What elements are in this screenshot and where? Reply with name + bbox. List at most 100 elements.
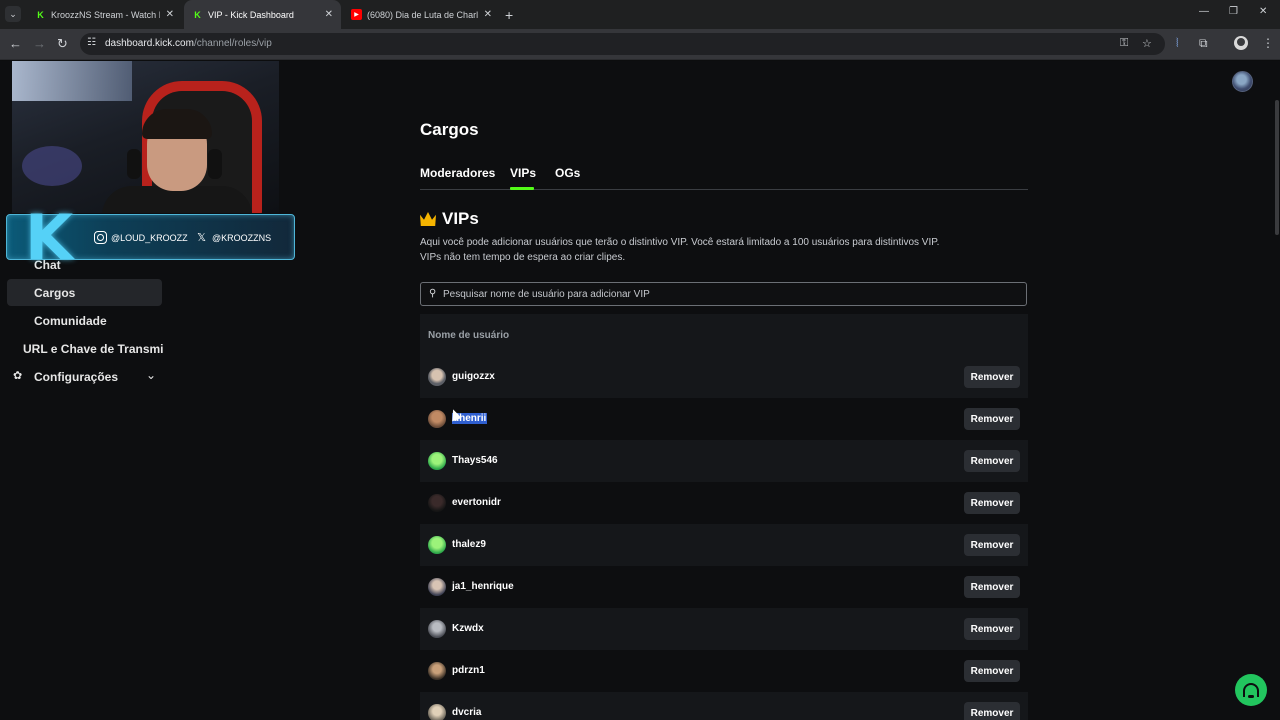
remove-button[interactable]: Remover	[964, 492, 1020, 514]
avatar	[428, 494, 446, 512]
avatar	[428, 368, 446, 386]
tab-ogs[interactable]: OGs	[555, 166, 580, 180]
description-line-1: Aqui você pode adicionar usuários que te…	[420, 237, 940, 248]
table-row: pdrzn1 Remover	[420, 650, 1028, 692]
tab-search-chevron-icon[interactable]: ⌄	[5, 6, 21, 22]
webcam-light	[12, 61, 132, 101]
username[interactable]: thalez9	[452, 539, 486, 550]
tab-title: KroozzNS Stream - Watch Live o	[51, 9, 160, 20]
username[interactable]: dvcria	[452, 707, 481, 718]
help-support-button[interactable]	[1235, 674, 1267, 706]
webcam-person-hair	[142, 109, 212, 139]
instagram-handle: @LOUD_KROOZZ	[94, 231, 188, 244]
menu-kebab-icon[interactable]: ⋮	[1262, 36, 1274, 50]
browser-toolbar: ← → ↻ ☷ dashboard.kick.com/channel/roles…	[0, 29, 1280, 60]
table-row: dhenrii Remover	[420, 398, 1028, 440]
sidebar-item-stream-url-key[interactable]: URL e Chave de Transmissã	[23, 342, 163, 356]
tab-title: VIP - Kick Dashboard	[208, 9, 294, 20]
page-title: Cargos	[420, 120, 479, 139]
gear-icon: ✿	[13, 370, 23, 382]
crown-icon	[420, 212, 436, 226]
x-icon: 𝕏	[197, 232, 206, 244]
active-tab-indicator	[510, 187, 534, 190]
instagram-icon	[94, 231, 107, 244]
table-row: dvcria Remover	[420, 692, 1028, 720]
sidebar-active-highlight	[7, 279, 162, 306]
url-host: dashboard.kick.com	[105, 38, 194, 49]
close-icon[interactable]: ✕	[484, 9, 492, 20]
back-icon[interactable]: ←	[9, 36, 22, 51]
remove-button[interactable]: Remover	[964, 660, 1020, 682]
instagram-handle-text: @LOUD_KROOZZ	[111, 232, 188, 243]
username[interactable]: guigozzx	[452, 371, 495, 382]
table-row: evertonidr Remover	[420, 482, 1028, 524]
username[interactable]: pdrzn1	[452, 665, 485, 676]
profile-icon[interactable]	[1234, 36, 1248, 50]
close-icon[interactable]: ✕	[325, 9, 333, 20]
avatar	[428, 410, 446, 428]
sidebar-item-comunidade[interactable]: Comunidade	[34, 314, 107, 328]
avatar	[428, 578, 446, 596]
username[interactable]: Kzwdx	[452, 623, 484, 634]
x-handle: 𝕏 @KROOZZNS	[195, 231, 271, 244]
sidebar-item-configuracoes[interactable]: Configurações	[34, 370, 118, 384]
section-title: VIPs	[442, 209, 479, 228]
webcam-headphone-right	[208, 149, 222, 179]
browser-tab-youtube[interactable]: ▶ (6080) Dia de Luta de Charles O ✕	[343, 0, 500, 29]
browser-tab-vip-dashboard[interactable]: K VIP - Kick Dashboard ✕	[184, 0, 341, 29]
kick-icon: K	[37, 9, 44, 20]
search-icon: ⚲	[429, 288, 437, 299]
minimize-icon[interactable]: —	[1199, 6, 1209, 17]
username[interactable]: Thays546	[452, 455, 498, 466]
avatar	[428, 704, 446, 720]
site-settings-icon[interactable]: ☷	[87, 37, 96, 48]
vip-search-input[interactable]	[443, 286, 1013, 302]
table-row: Thays546 Remover	[420, 440, 1028, 482]
vip-search-box: ⚲	[420, 282, 1027, 306]
column-header-username: Nome de usuário	[428, 330, 510, 341]
table-row: thalez9 Remover	[420, 524, 1028, 566]
tab-moderadores[interactable]: Moderadores	[420, 166, 495, 180]
address-bar[interactable]: ☷ dashboard.kick.com/channel/roles/vip ⚿…	[80, 33, 1165, 55]
page-scrollbar[interactable]	[1275, 100, 1279, 235]
close-window-icon[interactable]: ✕	[1259, 6, 1267, 17]
webcam-decoration	[22, 146, 82, 186]
webcam-overlay	[12, 61, 279, 213]
username[interactable]: evertonidr	[452, 497, 501, 508]
remove-button[interactable]: Remover	[964, 576, 1020, 598]
new-tab-icon[interactable]: +	[505, 7, 513, 23]
remove-button[interactable]: Remover	[964, 702, 1020, 720]
kroozz-logo: K	[25, 201, 74, 274]
url-text: dashboard.kick.com/channel/roles/vip	[105, 38, 272, 49]
webcam-headphone-left	[127, 149, 141, 179]
browser-tab-kick-stream[interactable]: K KroozzNS Stream - Watch Live o ✕	[27, 0, 182, 29]
table-row: Kzwdx Remover	[420, 608, 1028, 650]
youtube-icon: ▶	[351, 9, 362, 20]
extension-icon[interactable]: ⦚	[1176, 36, 1179, 51]
headset-icon	[1243, 683, 1259, 698]
remove-button[interactable]: Remover	[964, 618, 1020, 640]
section-header: VIPs	[420, 209, 479, 229]
browser-tabstrip: ⌄ K KroozzNS Stream - Watch Live o ✕ K V…	[0, 0, 1280, 29]
close-icon[interactable]: ✕	[166, 9, 174, 20]
remove-button[interactable]: Remover	[964, 450, 1020, 472]
bookmark-star-icon[interactable]: ☆	[1142, 37, 1152, 50]
chevron-down-icon[interactable]: ⌄	[146, 368, 156, 382]
sidebar-item-cargos[interactable]: Cargos	[34, 286, 75, 300]
username[interactable]: ja1_henrique	[452, 581, 514, 592]
avatar	[428, 536, 446, 554]
password-key-icon[interactable]: ⚿	[1120, 37, 1128, 50]
extensions-puzzle-icon[interactable]: ⧉	[1199, 36, 1208, 51]
restore-icon[interactable]: ❐	[1229, 6, 1238, 17]
tab-vips[interactable]: VIPs	[510, 166, 536, 180]
user-avatar[interactable]	[1232, 71, 1253, 92]
forward-icon[interactable]: →	[33, 36, 46, 51]
remove-button[interactable]: Remover	[964, 408, 1020, 430]
table-header: Nome de usuário	[420, 314, 1028, 356]
description-line-2: VIPs não tem tempo de espera ao criar cl…	[420, 252, 626, 263]
remove-button[interactable]: Remover	[964, 366, 1020, 388]
remove-button[interactable]: Remover	[964, 534, 1020, 556]
kick-icon: K	[194, 9, 201, 20]
reload-icon[interactable]: ↻	[57, 36, 68, 52]
social-banner: K @LOUD_KROOZZ 𝕏 @KROOZZNS	[6, 207, 295, 269]
